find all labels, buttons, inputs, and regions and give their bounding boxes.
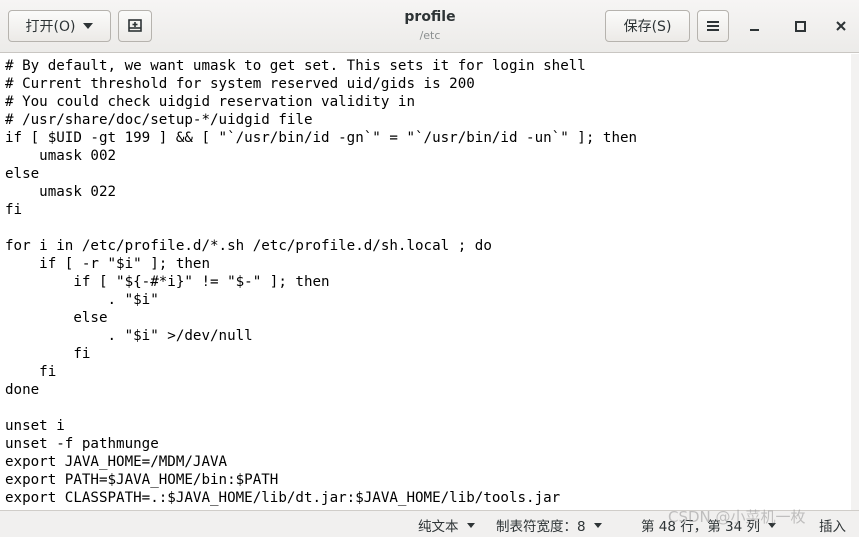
code-line: . "$i" >/dev/null	[5, 328, 253, 344]
code-line: fi	[5, 364, 57, 380]
maximize-button[interactable]	[788, 14, 812, 38]
vertical-scrollbar[interactable]	[851, 54, 859, 510]
code-line: export CLASSPATH=.:$JAVA_HOME/lib/dt.jar…	[5, 490, 561, 506]
tab-width-selector[interactable]: 制表符宽度：8	[496, 515, 602, 535]
save-button[interactable]: 保存(S)	[605, 10, 690, 42]
menu-button[interactable]	[697, 10, 729, 42]
code-line: if [ $UID -gt 199 ] && [ "`/usr/bin/id -…	[5, 130, 638, 146]
watermark: CSDN @小菜机一枚	[668, 508, 806, 526]
close-icon	[836, 21, 846, 31]
code-line: # By default, we want umask to get set. …	[5, 58, 586, 74]
language-selector[interactable]: 纯文本	[418, 515, 475, 535]
window-subtitle: /etc	[419, 29, 441, 42]
maximize-icon	[794, 20, 806, 32]
code-line: unset i	[5, 418, 65, 434]
chevron-down-icon	[593, 522, 602, 528]
new-document-button[interactable]	[118, 10, 152, 42]
code-line: # /usr/share/doc/setup-*/uidgid file	[5, 112, 313, 128]
code-line: # You could check uidgid reservation val…	[5, 94, 415, 110]
code-line: else	[5, 310, 108, 326]
new-document-icon	[128, 19, 142, 32]
language-label: 纯文本	[418, 519, 459, 535]
code-line: if [ -r "$i" ]; then	[5, 256, 210, 272]
chevron-down-icon	[83, 23, 94, 29]
code-line: . "$i"	[5, 292, 159, 308]
minimize-icon	[749, 28, 759, 31]
code-line: export JAVA_HOME=/MDM/JAVA	[5, 454, 228, 470]
code-line: else	[5, 166, 40, 182]
code-line: fi	[5, 202, 23, 218]
tab-width-label: 制表符宽度：8	[496, 519, 586, 535]
code-line: unset -f pathmunge	[5, 436, 159, 452]
code-line: umask 022	[5, 184, 117, 200]
code-line: umask 002	[5, 148, 117, 164]
open-button[interactable]: 打开(O)	[8, 10, 111, 42]
close-button[interactable]	[829, 14, 853, 38]
menu-icon	[707, 21, 719, 31]
code-line: if [ "${-#*i}" != "$-" ]; then	[5, 274, 330, 290]
text-editor[interactable]: # By default, we want umask to get set. …	[0, 54, 851, 510]
code-line: # Current threshold for system reserved …	[5, 76, 475, 92]
insert-mode-indicator: 插入	[819, 519, 846, 535]
chevron-down-icon	[466, 522, 475, 528]
code-line: export PATH=$JAVA_HOME/bin:$PATH	[5, 472, 279, 488]
code-line: fi	[5, 346, 91, 362]
code-line: for i in /etc/profile.d/*.sh /etc/profil…	[5, 238, 492, 254]
open-button-label: 打开(O)	[25, 19, 76, 35]
header-bar: 打开(O) profile /etc 保存(S)	[0, 0, 859, 53]
window-title: profile	[404, 9, 456, 25]
code-line: done	[5, 382, 40, 398]
minimize-button[interactable]	[742, 14, 766, 38]
